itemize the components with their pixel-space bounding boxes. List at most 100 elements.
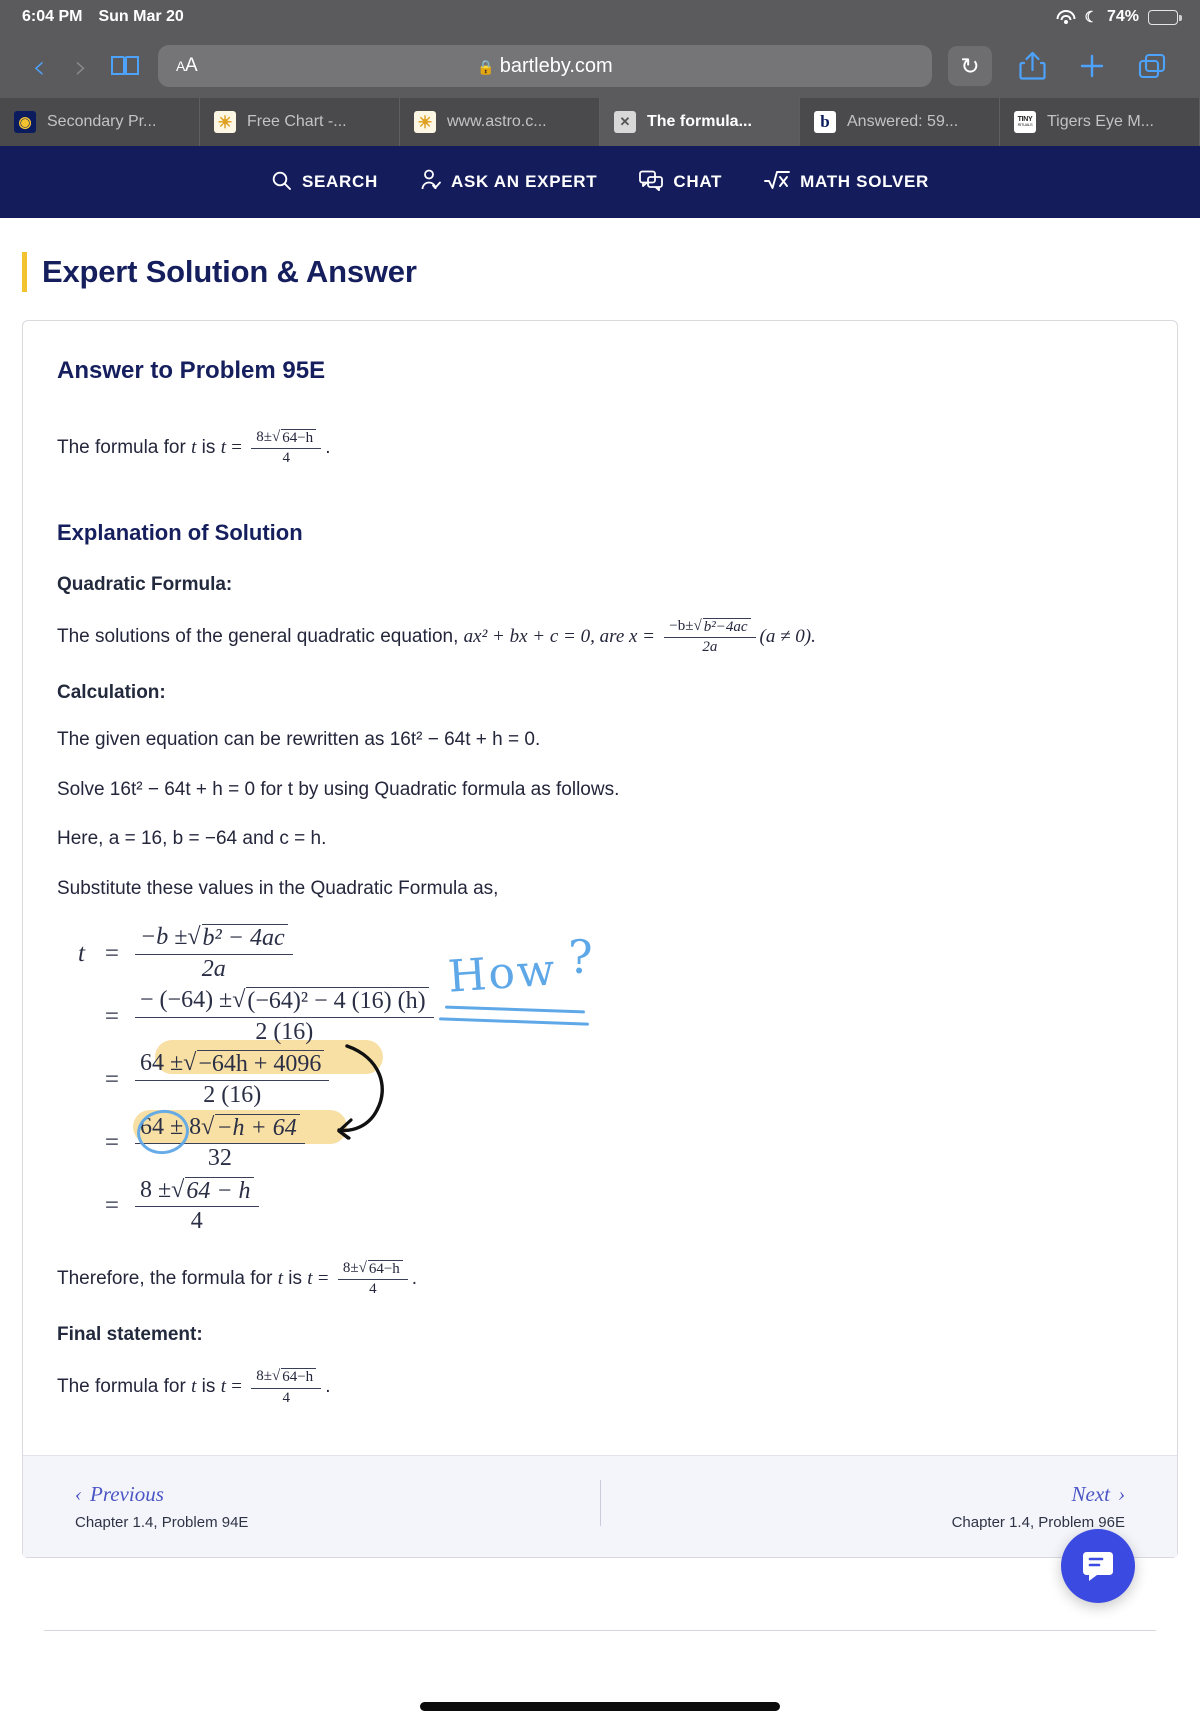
- qf-condition: (a ≠ 0).: [759, 625, 816, 647]
- page-title: Expert Solution & Answer: [42, 254, 417, 289]
- row-radicand: (−64)² − 4 (16) (h): [246, 987, 429, 1016]
- bartleby-b-icon: b: [814, 111, 836, 133]
- var-t: t: [220, 437, 226, 458]
- row-num-prefix: 64 ± 8: [140, 1113, 202, 1140]
- derivation-operator: =: [104, 1002, 119, 1030]
- nav-label: SEARCH: [301, 172, 378, 191]
- browser-tab-active[interactable]: ✕ The formula...: [600, 98, 800, 146]
- derivation-row-highlighted: = 64 ± √ −64h + 4096 2 (16): [63, 1050, 703, 1109]
- derivation-fraction: 64 ± √ −64h + 4096 2 (16): [135, 1050, 330, 1110]
- derivation-block: t = −b ± √ b² − 4ac 2a = − (−64) ± √ (−64)² …: [63, 924, 703, 1236]
- previous-link[interactable]: ‹ Previous: [75, 1482, 248, 1507]
- calculation-label: Calculation:: [57, 682, 166, 703]
- ios-status-bar: 6:04 PM Sun Mar 20 ☾ 74%: [0, 0, 1200, 34]
- formula-prefix: The formula for: [57, 1376, 186, 1398]
- line-here: Here, a = 16, b = −64 and c = h.: [57, 828, 327, 849]
- line-substitute: Substitute these values in the Quadratic…: [57, 877, 499, 899]
- nav-label: MATH SOLVER: [800, 172, 930, 191]
- sun-chart-icon: ☀: [214, 111, 236, 133]
- do-not-disturb-moon-icon: ☾: [1084, 8, 1098, 26]
- nav-item-search[interactable]: SEARCH: [271, 170, 378, 195]
- tab-title: Tigers Eye M...: [1047, 113, 1154, 130]
- browser-tab[interactable]: ☀ www.astro.c...: [400, 98, 600, 146]
- browser-tab[interactable]: TINY RITUALS Tigers Eye M...: [1000, 98, 1200, 146]
- tab-title: Secondary Pr...: [47, 113, 157, 130]
- tab-title: The formula...: [647, 113, 752, 130]
- is-word: is: [288, 1267, 303, 1289]
- therefore-fraction: 8± √ 64−h 4: [337, 1259, 408, 1299]
- period: .: [411, 1267, 418, 1289]
- nav-item-math-solver[interactable]: MATH SOLVER: [764, 169, 929, 195]
- bartleby-logo-icon: ◉: [14, 111, 36, 133]
- next-label: Next: [1071, 1481, 1110, 1506]
- derivation-row: t = −b ± √ b² − 4ac 2a: [63, 924, 703, 983]
- chapter-pager: ‹ Previous Chapter 1.4, Problem 94E Next…: [23, 1454, 1177, 1603]
- row-radicand: b² − 4ac: [201, 924, 288, 953]
- browser-tab[interactable]: ☀ Free Chart -...: [200, 98, 400, 146]
- frac-num-prefix: 8±: [342, 1259, 359, 1276]
- qf-den: 2a: [664, 636, 756, 656]
- bartleby-site-nav: SEARCH ASK AN EXPERT CHAT MATH SOLVER: [0, 146, 1200, 218]
- chevron-right-icon: ›: [1118, 1481, 1125, 1506]
- var-t: t: [307, 1267, 313, 1289]
- chat-support-fab-button[interactable]: [1061, 1528, 1135, 1603]
- equals-sign: =: [317, 1267, 329, 1289]
- forward-button[interactable]: ›: [60, 50, 102, 83]
- row-den: 32: [135, 1143, 305, 1173]
- qf-radicand: b²−4ac: [702, 617, 751, 636]
- line-rewrite: The given equation can be rewritten as 1…: [57, 729, 541, 750]
- frac-den: 4: [337, 1279, 408, 1298]
- tabs-overview-button[interactable]: [1122, 52, 1182, 80]
- quadratic-formula-line: The solutions of the general quadratic e…: [57, 617, 1143, 657]
- nav-label: CHAT: [673, 172, 723, 191]
- ios-home-indicator[interactable]: [420, 1702, 780, 1711]
- expert-answer-card: Answer to Problem 95E The formula for t …: [22, 320, 1178, 1603]
- row-radicand: −64h + 4096: [197, 1050, 325, 1079]
- frac-radicand: 64−h: [281, 1368, 317, 1386]
- tab-title: Answered: 59...: [847, 113, 959, 130]
- nav-item-ask-an-expert[interactable]: ASK AN EXPERT: [420, 169, 597, 195]
- chat-support-icon: [1083, 1551, 1113, 1581]
- math-solver-icon: [764, 169, 791, 195]
- quadratic-equation: ax² + bx + c = 0, are x =: [463, 625, 656, 647]
- derivation-row: = 8 ± √ 64 − h 4: [63, 1176, 703, 1236]
- derivation-operator: =: [104, 1192, 119, 1220]
- wifi-icon: [1056, 10, 1076, 24]
- frac-num-prefix: 8±: [256, 429, 272, 445]
- var-t: t: [220, 1376, 226, 1398]
- reload-button[interactable]: ↻: [948, 46, 992, 86]
- share-button[interactable]: [1002, 51, 1062, 81]
- sidebar-bookmarks-icon[interactable]: [102, 54, 148, 78]
- frac-den: 4: [251, 1387, 322, 1407]
- formula-prefix: The formula for: [57, 437, 186, 458]
- derivation-operator: =: [104, 939, 119, 967]
- browser-tab[interactable]: b Answered: 59...: [800, 98, 1000, 146]
- derivation-fraction: − (−64) ± √ (−64)² − 4 (16) (h) 2 (16): [135, 987, 434, 1046]
- line-solve: Solve 16t² − 64t + h = 0 for t by using …: [57, 778, 620, 800]
- frac-num-prefix: 8±: [256, 1368, 272, 1385]
- explanation-heading: Explanation of Solution: [57, 519, 303, 545]
- person-check-icon: [420, 169, 441, 195]
- row-den: 2 (16): [135, 1079, 330, 1110]
- text-size-button[interactable]: AA: [176, 55, 198, 77]
- back-button[interactable]: ‹: [18, 50, 60, 83]
- browser-tab[interactable]: ◉ Secondary Pr...: [0, 98, 200, 146]
- url-text: bartleby.com: [499, 54, 613, 77]
- next-nav[interactable]: Next › Chapter 1.4, Problem 96E: [952, 1482, 1125, 1531]
- url-display: 🔒 bartleby.com: [158, 55, 932, 78]
- address-bar[interactable]: AA 🔒 bartleby.com: [158, 45, 932, 87]
- quadratic-text: The solutions of the general quadratic e…: [57, 625, 459, 647]
- tab-title: www.astro.c...: [447, 113, 547, 130]
- pager-divider: [600, 1479, 601, 1526]
- tab-strip: ◉ Secondary Pr... ☀ Free Chart -... ☀ ww…: [0, 98, 1200, 146]
- previous-nav[interactable]: ‹ Previous Chapter 1.4, Problem 94E: [75, 1482, 248, 1531]
- final-formula-line: The formula for t is t = 8± √ 64−h 4 .: [57, 1368, 1143, 1407]
- row-radicand: 64 − h: [185, 1176, 254, 1206]
- frac-radicand: 64−h: [367, 1259, 403, 1278]
- nav-item-chat[interactable]: CHAT: [639, 170, 722, 195]
- new-tab-button[interactable]: [1062, 52, 1122, 80]
- row-den: 4: [135, 1206, 259, 1236]
- chevron-left-icon: ‹: [75, 1481, 82, 1506]
- derivation-fraction: 8 ± √ 64 − h 4: [135, 1176, 259, 1236]
- next-link[interactable]: Next ›: [1072, 1482, 1125, 1507]
